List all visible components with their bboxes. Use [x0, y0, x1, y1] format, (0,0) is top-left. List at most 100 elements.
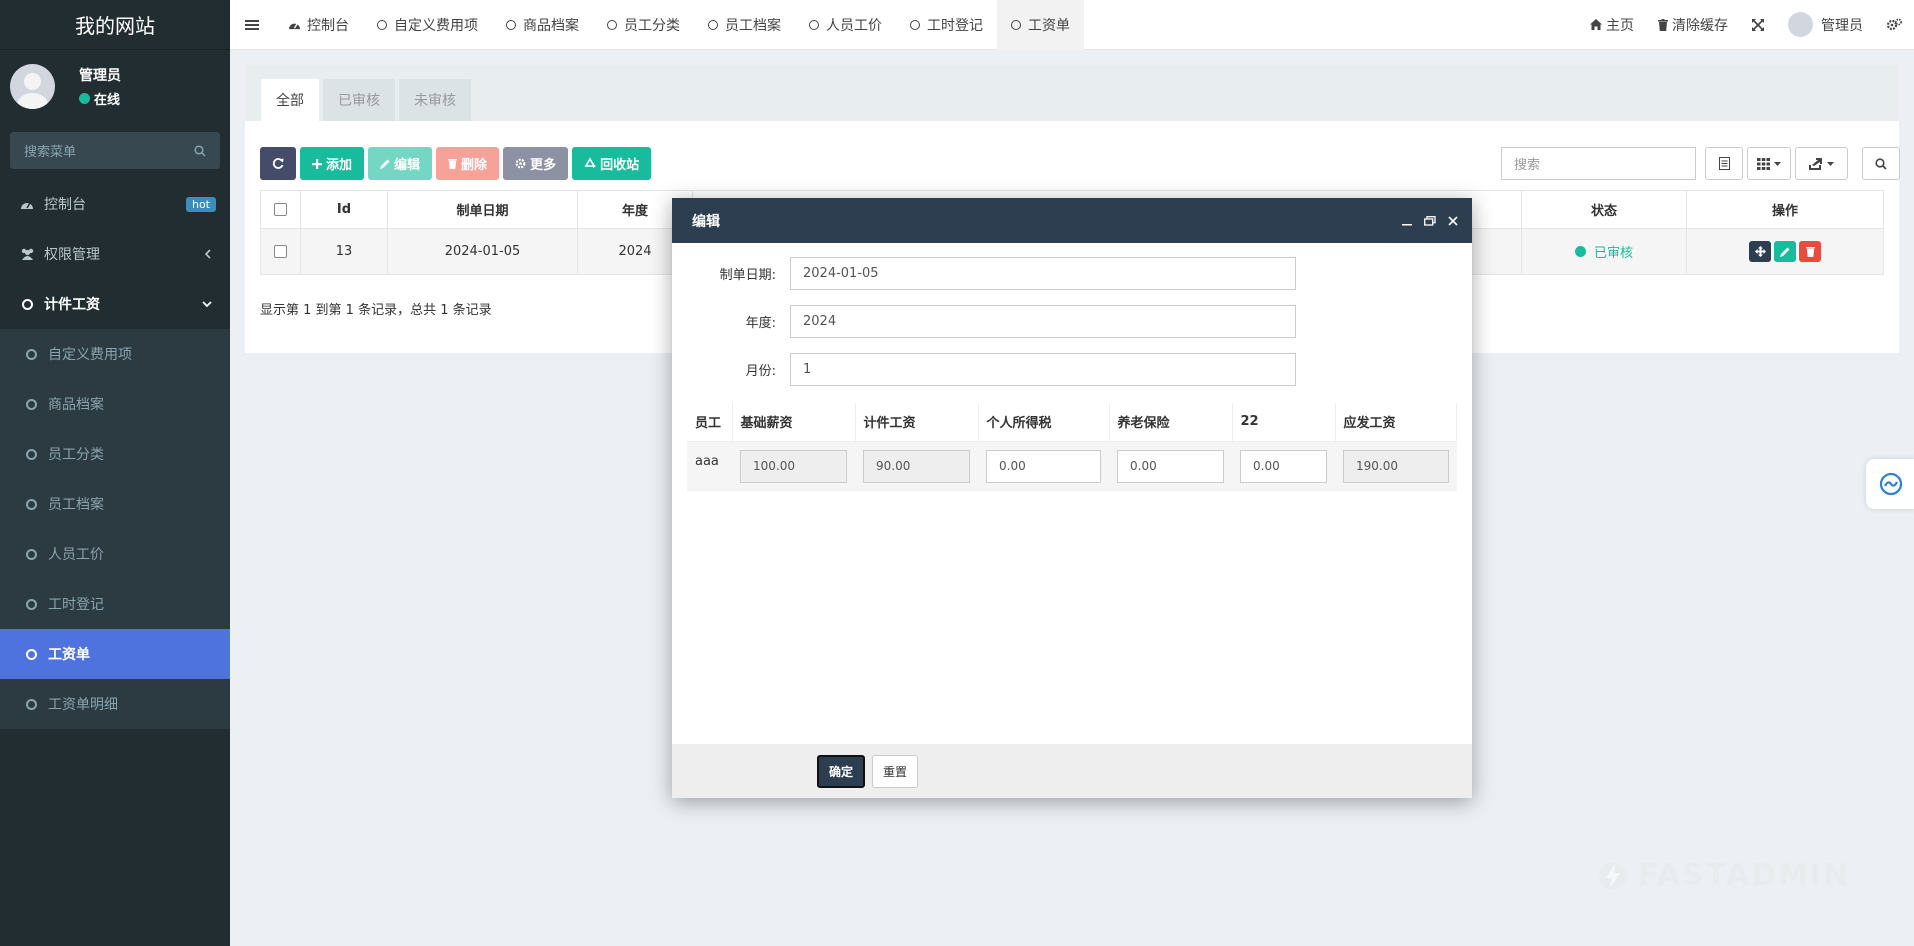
tab-custom-fees[interactable]: 自定义费用项	[363, 0, 492, 50]
modal-footer: 确定 重置	[672, 744, 1472, 798]
tab-products[interactable]: 商品档案	[492, 0, 593, 50]
circle-icon	[22, 548, 40, 560]
date-field[interactable]: 2024-01-05	[790, 257, 1296, 290]
user-avatar	[10, 63, 55, 109]
fullscreen-icon[interactable]	[1740, 18, 1776, 31]
piece-salary-field: 90.00	[863, 449, 970, 483]
sidebar-item-dashboard[interactable]: 控制台 hot	[0, 179, 230, 229]
piecework-submenu: 自定义费用项 商品档案 员工分类 员工档案 人员工价 工时登记 工资单 工资单明…	[0, 329, 230, 729]
pension-input[interactable]: 0.00	[1117, 449, 1224, 483]
lightning-icon	[1598, 859, 1628, 893]
month-label: 月份:	[745, 364, 776, 379]
circle-icon	[22, 598, 40, 610]
reset-button[interactable]: 重置	[872, 754, 919, 788]
tab-employees[interactable]: 员工档案	[694, 0, 795, 50]
month-field[interactable]: 1	[790, 353, 1296, 386]
modal-header[interactable]: 编辑	[672, 198, 1472, 243]
circle-icon	[18, 298, 36, 310]
salary-header-piece: 计件工资	[855, 403, 979, 442]
table-search-input[interactable]: 搜索	[1501, 147, 1696, 180]
tab-employee-categories[interactable]: 员工分类	[593, 0, 694, 50]
clear-cache-button[interactable]: 清除缓存	[1646, 15, 1740, 35]
close-icon[interactable]	[1448, 215, 1458, 226]
sidebar-item-piecework[interactable]: 计件工资	[0, 279, 230, 329]
minimize-icon[interactable]	[1402, 216, 1412, 226]
user-menu[interactable]: 管理员	[1776, 12, 1875, 37]
salary-header-tax: 个人所得税	[978, 403, 1110, 442]
column-header-status[interactable]: 状态	[1521, 190, 1687, 229]
month-row: 月份: 1	[672, 353, 1296, 386]
site-logo[interactable]: 我的网站	[0, 0, 230, 50]
columns-button[interactable]	[1747, 147, 1791, 180]
maximize-icon[interactable]	[1424, 215, 1436, 226]
sidebar-item-products[interactable]: 商品档案	[0, 379, 230, 429]
salary-header-gross: 应发工资	[1335, 403, 1457, 442]
sidebar-item-employee-categories[interactable]: 员工分类	[0, 429, 230, 479]
list-icon	[1718, 157, 1730, 170]
sidebar-item-timesheet[interactable]: 工时登记	[0, 579, 230, 629]
modal-title: 编辑	[692, 213, 720, 230]
tab-approved[interactable]: 已审核	[323, 79, 395, 121]
sidebar-item-permissions[interactable]: 权限管理	[0, 229, 230, 279]
delete-button[interactable]: 删除	[436, 147, 500, 180]
plus-icon	[312, 158, 322, 169]
sidebar-item-labor-rates[interactable]: 人员工价	[0, 529, 230, 579]
export-button[interactable]	[1795, 147, 1848, 180]
year-field[interactable]: 2024	[790, 305, 1296, 338]
recycle-bin-button[interactable]: 回收站	[572, 147, 652, 180]
tab-timesheet[interactable]: 工时登记	[896, 0, 997, 50]
toolbar: 添加 编辑 删除 更多 回收站	[260, 147, 655, 180]
circle-icon	[809, 19, 819, 30]
row-edit-icon[interactable]	[1774, 241, 1796, 262]
sidebar-item-payroll-details[interactable]: 工资单明细	[0, 679, 230, 729]
cell-date: 2024-01-05	[387, 228, 578, 275]
dashboard-icon	[18, 198, 36, 210]
topbar: 控制台 自定义费用项 商品档案 员工分类 员工档案 人员工价 工时登记 工资单 …	[230, 0, 1914, 50]
status-dot-icon	[1574, 246, 1586, 257]
drag-move-icon[interactable]	[1749, 241, 1771, 262]
circle-icon	[22, 698, 40, 710]
income-tax-input[interactable]: 0.00	[986, 449, 1101, 483]
circle-icon	[910, 19, 920, 30]
sidebar-item-custom-fees[interactable]: 自定义费用项	[0, 329, 230, 379]
edit-button[interactable]: 编辑	[368, 147, 433, 180]
circle-icon	[22, 648, 40, 660]
row-delete-icon[interactable]	[1799, 241, 1821, 262]
hot-badge: hot	[185, 196, 216, 212]
add-button[interactable]: 添加	[300, 147, 365, 180]
grid-icon	[1757, 157, 1770, 170]
home-link[interactable]: 主页	[1578, 15, 1646, 35]
column-header-date[interactable]: 制单日期	[387, 190, 578, 229]
pagination-summary: 显示第 1 到第 1 条记录，总共 1 条记录	[260, 303, 492, 318]
column-header-id[interactable]: Id	[300, 190, 388, 229]
users-icon	[18, 248, 36, 260]
tab-payroll[interactable]: 工资单	[997, 0, 1084, 50]
base-salary-field: 100.00	[740, 449, 847, 483]
more-button[interactable]: 更多	[503, 147, 569, 180]
search-toggle-button[interactable]	[1862, 147, 1900, 180]
menu-toggle-icon[interactable]	[230, 19, 274, 31]
settings-gear-icon[interactable]	[1875, 18, 1914, 31]
tab-all[interactable]: 全部	[261, 79, 319, 121]
pencil-icon	[380, 159, 390, 169]
user-avatar	[1788, 12, 1813, 37]
refresh-button[interactable]	[260, 147, 296, 180]
sidebar-item-payroll[interactable]: 工资单	[0, 629, 230, 679]
salary-employee: aaa	[687, 441, 732, 491]
select-all-checkbox[interactable]	[274, 203, 287, 216]
row-checkbox[interactable]	[274, 245, 287, 258]
salary-header-22: 22	[1232, 403, 1336, 442]
sidebar-item-employees[interactable]: 员工档案	[0, 479, 230, 529]
menu-search-input[interactable]: 搜索菜单	[10, 132, 220, 169]
assistant-float-icon[interactable]	[1866, 459, 1914, 509]
confirm-button[interactable]: 确定	[817, 754, 866, 788]
tab-dashboard[interactable]: 控制台	[274, 0, 363, 50]
circle-icon	[607, 19, 617, 30]
chevron-left-icon	[204, 249, 212, 259]
field-22-input[interactable]: 0.00	[1240, 449, 1327, 483]
toggle-view-button[interactable]	[1705, 147, 1743, 180]
tab-unapproved[interactable]: 未审核	[399, 79, 471, 121]
salary-row: aaa 100.00 90.00 0.00 0.00 0.00 190.00	[687, 441, 1457, 491]
tab-labor-rates[interactable]: 人员工价	[795, 0, 896, 50]
salary-header-pension: 养老保险	[1109, 403, 1233, 442]
